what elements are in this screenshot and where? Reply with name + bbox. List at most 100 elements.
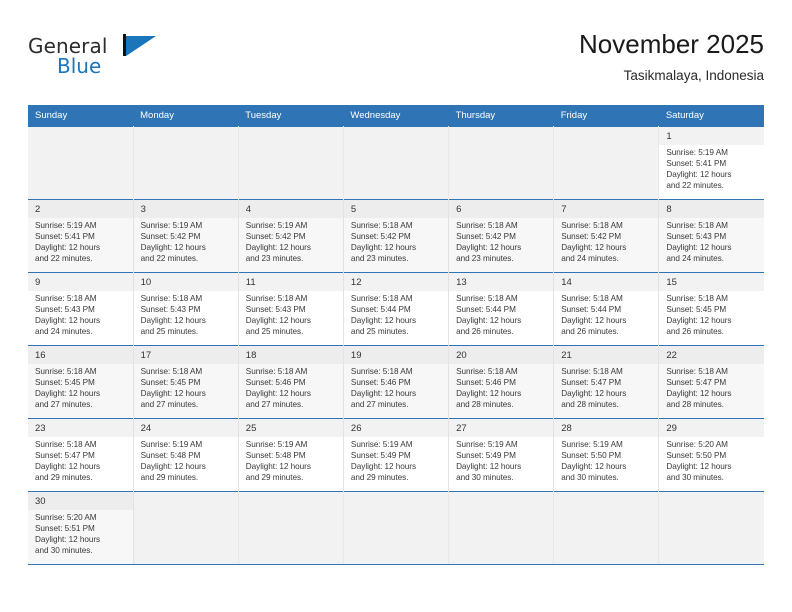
daylight-text-cont: and 24 minutes. [35,327,93,337]
calendar-day-cell[interactable]: 22 Sunrise: 5:18 AM Sunset: 5:47 PM Dayligh… [658,345,764,419]
day-details: Sunrise: 5:18 AM Sunset: 5:44 PM Daylight:… [554,291,658,337]
calendar-day-cell[interactable]: 25 Sunrise: 5:19 AM Sunset: 5:48 PM Dayligh… [238,418,344,492]
sunset-text: Sunset: 5:46 PM [456,378,516,388]
daylight-text: Daylight: 12 hours [456,243,522,253]
day-details: Sunrise: 5:19 AM Sunset: 5:50 PM Daylight:… [554,437,658,483]
calendar-day-cell[interactable]: 13 Sunrise: 5:18 AM Sunset: 5:44 PM Dayligh… [448,272,555,346]
day-details: Sunrise: 5:18 AM Sunset: 5:43 PM Daylight:… [28,291,132,337]
day-details: Sunrise: 5:18 AM Sunset: 5:43 PM Daylight:… [239,291,343,337]
calendar-day-cell[interactable]: 1 Sunrise: 5:19 AM Sunset: 5:41 PM Daylight… [658,126,764,200]
day-number: 30 [28,492,133,510]
day-details: Sunrise: 5:18 AM Sunset: 5:42 PM Daylight:… [344,218,448,264]
day-details: Sunrise: 5:18 AM Sunset: 5:47 PM Daylight:… [659,364,764,410]
calendar-day-cell[interactable]: 12 Sunrise: 5:18 AM Sunset: 5:44 PM Dayligh… [343,272,450,346]
calendar-day-cell[interactable]: 27 Sunrise: 5:19 AM Sunset: 5:49 PM Dayligh… [448,418,555,492]
calendar-day-cell[interactable]: 21 Sunrise: 5:18 AM Sunset: 5:47 PM Dayligh… [553,345,660,419]
sunset-text: Sunset: 5:46 PM [245,378,306,388]
sunrise-text: Sunrise: 5:18 AM [350,221,413,230]
daylight-text-cont: and 30 minutes. [561,473,619,483]
sunset-text: Sunset: 5:42 PM [245,232,306,242]
brand-logo[interactable]: General Blue [28,34,228,90]
calendar-day-cell[interactable]: 5 Sunrise: 5:18 AM Sunset: 5:42 PM Daylight… [343,199,450,273]
sunrise-text: Sunrise: 5:19 AM [140,440,203,449]
calendar-day-cell[interactable]: 15 Sunrise: 5:18 AM Sunset: 5:45 PM Dayligh… [658,272,764,346]
daylight-text-cont: and 22 minutes. [35,254,93,264]
daylight-text-cont: and 25 minutes. [350,327,409,337]
weekday-header-friday: Friday [553,105,659,127]
sunrise-text: Sunrise: 5:18 AM [456,221,518,230]
daylight-text: Daylight: 12 hours [350,389,417,399]
calendar-day-cell[interactable]: 18 Sunrise: 5:18 AM Sunset: 5:46 PM Dayligh… [238,345,344,419]
calendar-day-cell[interactable]: 24 Sunrise: 5:19 AM Sunset: 5:48 PM Dayligh… [133,418,239,492]
day-number: 25 [238,419,343,437]
sunset-text: Sunset: 5:43 PM [666,232,727,242]
daylight-text-cont: and 28 minutes. [456,400,514,410]
daylight-text: Daylight: 12 hours [666,243,732,253]
sunrise-text: Sunrise: 5:18 AM [561,221,623,230]
sunset-text: Sunset: 5:44 PM [456,305,516,315]
day-number: 11 [238,273,343,291]
calendar-day-cell[interactable]: 8 Sunrise: 5:18 AM Sunset: 5:43 PM Daylight… [658,199,764,273]
day-number: 19 [343,346,448,364]
sunrise-text: Sunrise: 5:20 AM [35,513,97,522]
daylight-text-cont: and 26 minutes. [561,327,619,337]
day-details: Sunrise: 5:18 AM Sunset: 5:45 PM Daylight:… [659,291,764,337]
day-details: Sunrise: 5:18 AM Sunset: 5:46 PM Daylight:… [239,364,343,410]
day-details: Sunrise: 5:19 AM Sunset: 5:41 PM Daylight:… [28,218,132,264]
calendar-day-cell[interactable]: 26 Sunrise: 5:19 AM Sunset: 5:49 PM Dayligh… [343,418,450,492]
calendar-day-cell[interactable]: 6 Sunrise: 5:18 AM Sunset: 5:42 PM Daylight… [448,199,555,273]
calendar-day-cell[interactable]: 4 Sunrise: 5:19 AM Sunset: 5:42 PM Daylight… [238,199,344,273]
calendar-day-cell[interactable]: 17 Sunrise: 5:18 AM Sunset: 5:45 PM Dayligh… [133,345,239,419]
calendar-day-cell[interactable]: 14 Sunrise: 5:18 AM Sunset: 5:44 PM Dayligh… [553,272,660,346]
sunset-text: Sunset: 5:46 PM [350,378,411,388]
calendar-cell-empty [238,491,344,565]
calendar-day-cell[interactable]: 29 Sunrise: 5:20 AM Sunset: 5:50 PM Dayligh… [658,418,764,492]
weekday-header-wednesday: Wednesday [343,105,449,127]
calendar-day-cell[interactable]: 9 Sunrise: 5:18 AM Sunset: 5:43 PM Daylight… [28,272,134,346]
calendar-cell-empty [133,491,239,565]
weekday-header-monday: Monday [133,105,239,127]
day-number: 7 [554,200,658,218]
daylight-text-cont: and 27 minutes. [245,400,304,410]
daylight-text: Daylight: 12 hours [456,462,522,472]
sunset-text: Sunset: 5:42 PM [140,232,201,242]
daylight-text: Daylight: 12 hours [35,243,101,253]
sunset-text: Sunset: 5:42 PM [350,232,411,242]
day-number: 26 [343,419,448,437]
sunset-text: Sunset: 5:50 PM [561,451,621,461]
calendar-day-cell[interactable]: 10 Sunrise: 5:18 AM Sunset: 5:43 PM Dayligh… [133,272,239,346]
day-details: Sunrise: 5:18 AM Sunset: 5:42 PM Daylight:… [554,218,658,264]
sunrise-text: Sunrise: 5:18 AM [561,367,623,376]
calendar-cell-empty [553,491,660,565]
daylight-text: Daylight: 12 hours [35,389,101,399]
daylight-text-cont: and 23 minutes. [245,254,304,264]
day-number: 27 [449,419,553,437]
calendar-day-cell[interactable]: 3 Sunrise: 5:19 AM Sunset: 5:42 PM Daylight… [133,199,239,273]
daylight-text: Daylight: 12 hours [456,389,522,399]
sunset-text: Sunset: 5:47 PM [666,378,727,388]
day-details: Sunrise: 5:19 AM Sunset: 5:49 PM Daylight:… [449,437,553,483]
calendar-day-cell[interactable]: 2 Sunrise: 5:19 AM Sunset: 5:41 PM Daylight… [28,199,134,273]
calendar-day-cell[interactable]: 7 Sunrise: 5:18 AM Sunset: 5:42 PM Daylight… [553,199,660,273]
calendar-header-row: Sunday Monday Tuesday Wednesday Thursday… [28,105,764,127]
daylight-text: Daylight: 12 hours [666,462,732,472]
calendar-day-cell[interactable]: 30 Sunrise: 5:20 AM Sunset: 5:51 PM Dayligh… [28,491,134,565]
day-details: Sunrise: 5:19 AM Sunset: 5:48 PM Daylight:… [134,437,238,483]
calendar-day-cell[interactable]: 16 Sunrise: 5:18 AM Sunset: 5:45 PM Dayligh… [28,345,134,419]
daylight-text: Daylight: 12 hours [561,243,627,253]
day-number: 22 [659,346,764,364]
calendar-cell-empty [448,126,555,200]
day-number: 3 [133,200,238,218]
calendar-day-cell[interactable]: 20 Sunrise: 5:18 AM Sunset: 5:46 PM Dayligh… [448,345,555,419]
calendar-day-cell[interactable]: 28 Sunrise: 5:19 AM Sunset: 5:50 PM Dayligh… [553,418,660,492]
day-details: Sunrise: 5:19 AM Sunset: 5:49 PM Daylight:… [344,437,448,483]
calendar-week-row: 9 Sunrise: 5:18 AM Sunset: 5:43 PM Daylight… [28,272,764,346]
day-details: Sunrise: 5:18 AM Sunset: 5:45 PM Daylight:… [28,364,132,410]
day-details: Sunrise: 5:18 AM Sunset: 5:46 PM Daylight:… [449,364,553,410]
calendar-day-cell[interactable]: 11 Sunrise: 5:18 AM Sunset: 5:43 PM Dayligh… [238,272,344,346]
calendar-day-cell[interactable]: 19 Sunrise: 5:18 AM Sunset: 5:46 PM Dayligh… [343,345,450,419]
calendar-cell-empty [553,126,660,200]
day-details: Sunrise: 5:20 AM Sunset: 5:50 PM Daylight:… [659,437,764,483]
sunrise-text: Sunrise: 5:18 AM [456,367,518,376]
calendar-day-cell[interactable]: 23 Sunrise: 5:18 AM Sunset: 5:47 PM Dayligh… [28,418,134,492]
